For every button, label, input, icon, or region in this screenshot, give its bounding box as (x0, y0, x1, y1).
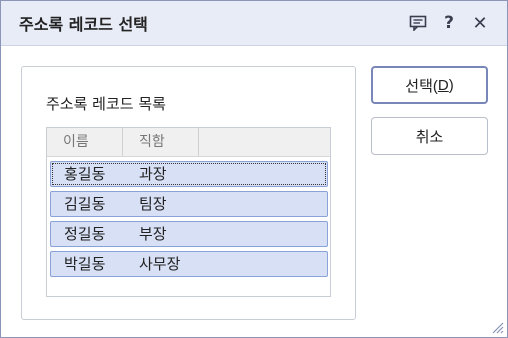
list-header: 이름 직함 (47, 128, 330, 157)
column-header-name[interactable]: 이름 (47, 128, 123, 156)
list-item[interactable]: 김길동 팀장 (50, 191, 328, 217)
list-item-name: 정길동 (64, 225, 106, 243)
select-button-prefix: 선택( (405, 77, 438, 95)
title-bar: 주소록 레코드 선택 ? ✕ (1, 1, 507, 46)
record-list-label: 주소록 레코드 목록 (46, 95, 166, 113)
dialog-title: 주소록 레코드 선택 (19, 15, 148, 34)
close-icon[interactable]: ✕ (470, 13, 490, 34)
resize-grip-icon[interactable] (490, 320, 504, 334)
list-item[interactable]: 정길동 부장 (50, 221, 328, 247)
select-button-suffix: ) (448, 76, 454, 94)
comment-icon[interactable] (408, 13, 428, 33)
list-item-title: 부장 (139, 225, 167, 243)
list-item-title: 사무장 (139, 255, 181, 273)
list-item[interactable]: 박길동 사무장 (50, 251, 328, 277)
column-header-title[interactable]: 직함 (123, 128, 199, 156)
record-list-panel: 주소록 레코드 목록 이름 직함 홍길동 과장 김길동 팀장 정길동 부장 박길… (21, 66, 356, 320)
list-item-title: 팀장 (139, 195, 167, 213)
list-item[interactable]: 홍길동 과장 (50, 161, 328, 187)
list-item-name: 홍길동 (64, 165, 106, 183)
select-button[interactable]: 선택(D) (371, 66, 488, 104)
list-item-name: 김길동 (64, 195, 106, 213)
list-item-name: 박길동 (64, 255, 106, 273)
list-item-title: 과장 (139, 165, 167, 183)
record-select-dialog: 주소록 레코드 선택 ? ✕ 주소록 레코드 목록 이름 직함 홍길동 과장 김… (0, 0, 508, 338)
select-button-mnemonic: D (437, 76, 449, 94)
help-icon[interactable]: ? (439, 13, 459, 33)
record-listview[interactable]: 이름 직함 홍길동 과장 김길동 팀장 정길동 부장 박길동 사무장 (46, 127, 331, 297)
cancel-button[interactable]: 취소 (371, 117, 488, 155)
